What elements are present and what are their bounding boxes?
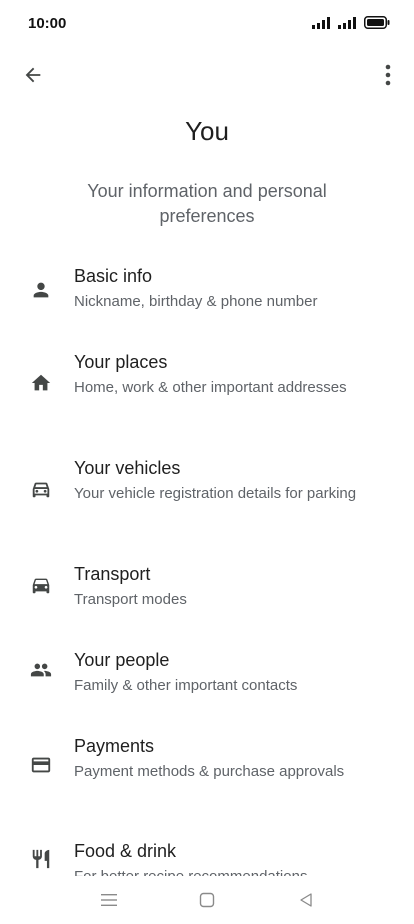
- item-title: Payments: [74, 736, 155, 756]
- battery-icon: [364, 16, 390, 29]
- page-subtitle: Your information and personal preference…: [87, 181, 327, 226]
- list-item-your-vehicles[interactable]: Your vehicles Your vehicle registration …: [0, 456, 414, 546]
- item-title: Your vehicles: [74, 458, 181, 478]
- car-icon: [28, 476, 54, 502]
- item-description: Family & other important contacts: [74, 677, 298, 694]
- signal-icon: [338, 16, 356, 29]
- menu-icon: [101, 894, 117, 906]
- list-item-food-and-drink[interactable]: Food & drink For better recipe recommend…: [0, 839, 414, 876]
- status-time: 10:00: [28, 15, 67, 32]
- more-options-button[interactable]: [376, 60, 400, 90]
- arrow-back-icon: [25, 67, 41, 83]
- person-icon: [28, 277, 54, 303]
- car-icon: [28, 572, 54, 598]
- list-item-your-people[interactable]: Your people Family & other important con…: [0, 648, 414, 728]
- list-item-your-places[interactable]: Your places Home, work & other important…: [0, 350, 414, 440]
- settings-list: Basic info Nickname, birthday & phone nu…: [0, 250, 414, 876]
- item-title: Food & drink: [74, 841, 177, 861]
- item-title: Your people: [74, 650, 170, 670]
- status-bar: 10:00: [0, 0, 414, 48]
- item-title: Transport: [74, 564, 151, 584]
- more-vert-icon: [385, 64, 391, 86]
- square-icon: [199, 892, 215, 908]
- credit-card-icon: [28, 752, 54, 778]
- restaurant-icon: [28, 846, 54, 872]
- home-icon: [28, 370, 54, 396]
- people-icon: [28, 657, 54, 683]
- system-nav-bar: [0, 876, 414, 924]
- list-item-basic-info[interactable]: Basic info Nickname, birthday & phone nu…: [0, 264, 414, 344]
- item-description: Your vehicle registration details for pa…: [74, 485, 357, 502]
- item-description: For better recipe recommendations: [74, 866, 374, 876]
- item-description: Home, work & other important addresses: [74, 379, 347, 396]
- item-title: Basic info: [74, 266, 153, 286]
- item-description: Payment methods & purchase approvals: [74, 763, 345, 780]
- page-title: You: [185, 116, 229, 146]
- list-item-payments[interactable]: Payments Payment methods & purchase appr…: [0, 734, 414, 824]
- list-item-transport[interactable]: Transport Transport modes: [0, 562, 414, 642]
- recents-button[interactable]: [97, 888, 121, 912]
- status-icons: [312, 16, 390, 29]
- item-title: Your places: [74, 352, 168, 372]
- item-description: Transport modes: [74, 591, 187, 608]
- signal-icon: [312, 16, 330, 29]
- triangle-back-icon: [300, 893, 312, 907]
- home-button[interactable]: [195, 888, 219, 912]
- back-nav-button[interactable]: [294, 888, 318, 912]
- top-app-bar: [0, 52, 414, 96]
- item-description: Nickname, birthday & phone number: [74, 293, 318, 310]
- back-button[interactable]: [18, 60, 48, 90]
